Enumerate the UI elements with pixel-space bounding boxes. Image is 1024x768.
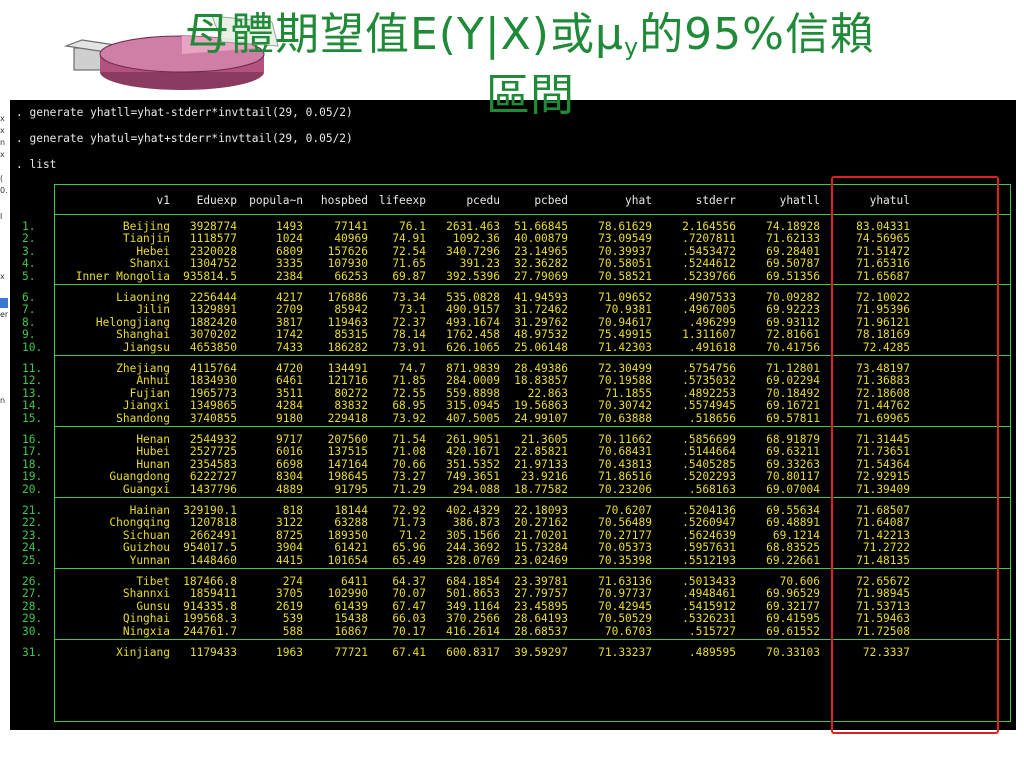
title-part-a: 母體期望值E(Y|X)或μ <box>185 9 624 60</box>
row-index: 23. <box>22 528 43 542</box>
row-index: 24. <box>22 541 43 555</box>
left-glyph: n <box>0 396 6 405</box>
row-index: 12. <box>22 374 43 388</box>
title-subscript: y <box>623 33 640 61</box>
column-header-yhatll: yhatll <box>779 194 820 207</box>
left-window-strip: x x n x ( 0. I x er n <box>0 100 10 740</box>
left-glyph: er <box>0 310 9 319</box>
row-index: 9. <box>22 328 36 342</box>
row-index: 21. <box>22 504 43 517</box>
row-index: 16. <box>22 433 43 446</box>
left-glyph: x <box>0 114 5 123</box>
left-glyph: x <box>0 272 5 281</box>
row-index: 27. <box>22 587 43 601</box>
row-index: 5. <box>22 269 36 283</box>
confidence-interval-highlight <box>831 176 999 734</box>
left-glyph: ( <box>0 174 4 183</box>
row-index: 19. <box>22 470 43 484</box>
command-line-2: . generate yhatul=yhat+stderr*invttail(2… <box>16 132 353 145</box>
row-index: 25. <box>22 553 43 567</box>
row-index: 28. <box>22 599 43 613</box>
row-index: 13. <box>22 386 43 400</box>
row-index: 29. <box>22 612 43 626</box>
left-selection-marker <box>0 298 8 308</box>
row-index: 20. <box>22 482 43 496</box>
left-glyph: 0. <box>0 186 8 195</box>
command-line-3: . list <box>16 158 57 171</box>
row-index: 10. <box>22 340 43 354</box>
row-index: 6. <box>22 291 36 304</box>
row-index: 31. <box>22 646 43 659</box>
row-index: 11. <box>22 362 43 375</box>
table-right-border <box>1010 184 1011 721</box>
row-index: 15. <box>22 411 43 425</box>
row-index: 17. <box>22 445 43 459</box>
row-index: 30. <box>22 624 43 638</box>
row-index: 3. <box>22 244 36 258</box>
row-index: 26. <box>22 575 43 588</box>
slide-title: 母體期望值E(Y|X)或μy的95%信賴 區間 <box>40 4 1020 118</box>
row-index: 4. <box>22 257 36 271</box>
row-index: 18. <box>22 457 43 471</box>
title-line-2: 區間 <box>486 70 574 121</box>
row-index: 8. <box>22 315 36 329</box>
left-glyph: n <box>0 138 6 147</box>
left-glyph: x <box>0 126 5 135</box>
column-header-yhat: yhat <box>625 194 652 207</box>
column-header-pcbed: pcbed <box>534 194 568 207</box>
row-index: 14. <box>22 399 43 413</box>
row-index: 22. <box>22 516 43 530</box>
left-glyph: I <box>0 212 3 221</box>
title-part-b: 的95%信賴 <box>639 9 875 60</box>
title-line-1: 母體期望值E(Y|X)或μy的95%信賴 <box>40 4 1020 78</box>
left-glyph: x <box>0 150 5 159</box>
column-header-stderr: stderr <box>695 194 736 207</box>
row-index: 2. <box>22 232 36 246</box>
row-index: 1. <box>22 220 36 233</box>
row-index: 7. <box>22 303 36 317</box>
